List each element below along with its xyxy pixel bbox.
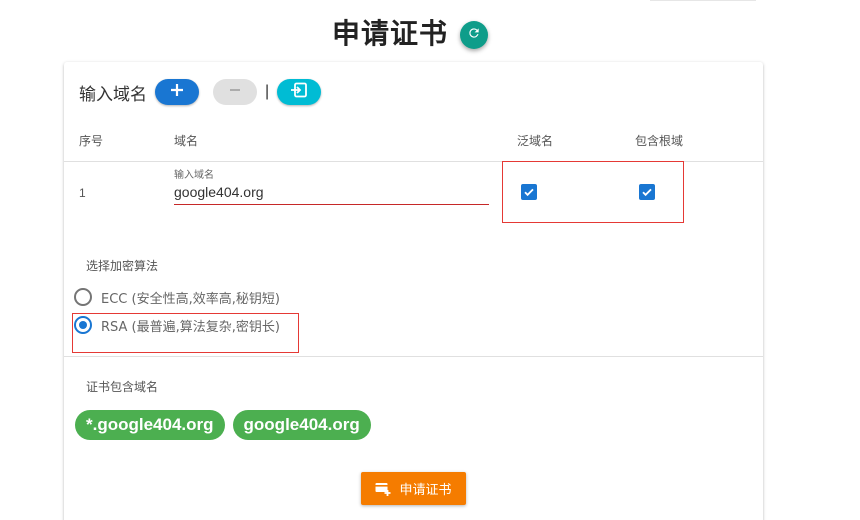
check-icon <box>524 188 534 197</box>
refresh-icon <box>467 26 481 45</box>
domain-field-caption: 输入域名 <box>174 170 214 181</box>
col-header-domain: 域名 <box>174 134 199 148</box>
radio-ecc[interactable] <box>74 288 92 306</box>
domain-section-label: 输入域名 <box>79 84 147 105</box>
refresh-button[interactable] <box>460 21 488 49</box>
top-strip <box>650 0 756 1</box>
section-divider <box>64 356 763 357</box>
col-header-index: 序号 <box>79 134 104 148</box>
algorithm-option-ecc[interactable]: ECC (安全性高,效率高,秘钥短) <box>74 287 280 307</box>
certificate-add-icon <box>375 482 391 496</box>
include-root-checkbox[interactable] <box>639 184 655 200</box>
apply-certificate-button[interactable]: 申请证书 <box>361 472 466 505</box>
apply-certificate-label: 申请证书 <box>399 483 452 498</box>
check-icon <box>642 188 652 197</box>
remove-domain-button[interactable] <box>213 79 257 105</box>
minus-icon <box>228 83 242 102</box>
domain-input[interactable] <box>174 180 489 205</box>
plus-icon <box>170 83 184 102</box>
domain-chip: *.google404.org <box>75 410 225 440</box>
separator: | <box>265 83 270 100</box>
add-domain-button[interactable] <box>155 79 199 105</box>
wildcard-checkbox[interactable] <box>521 184 537 200</box>
page: 申请证书 输入域名 | 序号 域名 泛域名 包含根域 1 输入域名 google… <box>0 0 860 520</box>
col-header-wildcard: 泛域名 <box>517 134 554 148</box>
domain-chip: google404.org <box>232 410 371 440</box>
col-header-include-root: 包含根域 <box>635 134 684 148</box>
row-index: 1 <box>79 186 86 200</box>
import-icon <box>290 82 308 103</box>
certificate-card: 输入域名 | 序号 域名 泛域名 包含根域 1 输入域名 google404.o… <box>64 62 763 520</box>
cert-domain-chips: *.google404.org google404.org <box>75 410 379 440</box>
radio-ecc-label: ECC (安全性高,效率高,秘钥短) <box>101 291 280 307</box>
page-title: 申请证书 <box>332 17 449 50</box>
domain-input-header: 输入域名 | <box>79 78 322 106</box>
import-domain-button[interactable] <box>277 79 322 105</box>
cert-domains-label: 证书包含域名 <box>86 380 159 394</box>
highlight-rsa-box <box>72 313 299 353</box>
title-row: 申请证书 <box>0 14 860 54</box>
algorithm-label: 选择加密算法 <box>86 259 159 273</box>
